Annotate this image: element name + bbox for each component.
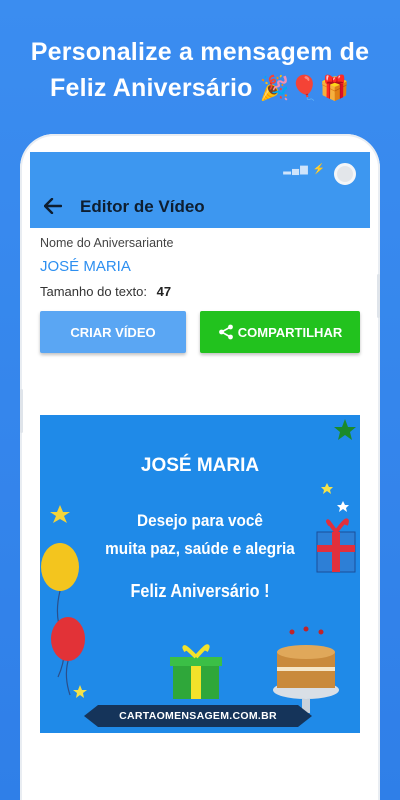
star-icon bbox=[334, 419, 356, 440]
name-field[interactable]: JOSÉ MARIA bbox=[40, 258, 370, 275]
text-size-label: Tamanho do texto: bbox=[40, 284, 147, 299]
share-label: COMPARTILHAR bbox=[237, 324, 343, 340]
status-bar: ▂▄▆ ⚡ bbox=[30, 152, 370, 186]
app-screen: ▂▄▆ ⚡ Editor de Vídeo Nome do Aniversari… bbox=[30, 152, 370, 800]
signal-icon: ▂▄▆ ⚡ bbox=[283, 164, 326, 175]
text-size-value[interactable]: 47 bbox=[157, 284, 171, 299]
arrow-left-icon[interactable] bbox=[43, 194, 80, 220]
phone-side-button bbox=[377, 274, 380, 318]
camera-icon bbox=[334, 163, 356, 185]
party-emoji-icons: 🎉🎈🎁 bbox=[259, 75, 350, 102]
card-wish-text: Desejo para você muita paz, saúde e aleg… bbox=[56, 507, 344, 563]
headline-line-2: Feliz Aniversário 🎉🎈🎁 bbox=[0, 70, 400, 107]
app-bar: Editor de Vídeo bbox=[30, 186, 370, 228]
page-title: Editor de Vídeo bbox=[80, 197, 205, 216]
card-site-banner: CARTAOMENSAGEM.COM.BR bbox=[98, 705, 298, 727]
text-size-row: Tamanho do texto: 47 bbox=[40, 284, 370, 299]
card-recipient-name: JOSÉ MARIA bbox=[140, 455, 260, 476]
create-video-label: CRIAR VÍDEO bbox=[70, 324, 156, 340]
balloon-icon bbox=[51, 617, 85, 661]
headline-line-1: Personalize a mensagem de bbox=[30, 38, 370, 66]
editor-form: Nome do Aniversariante JOSÉ MARIA Tamanh… bbox=[30, 228, 370, 353]
share-button[interactable]: COMPARTILHAR bbox=[200, 311, 360, 353]
phone-side-button bbox=[20, 389, 23, 433]
phone-frame: ▂▄▆ ⚡ Editor de Vídeo Nome do Aniversari… bbox=[20, 134, 380, 800]
promo-headline: Personalize a mensagem de Feliz Aniversá… bbox=[0, 34, 400, 107]
star-icon bbox=[73, 685, 87, 698]
card-greeting: Feliz Aniversário ! bbox=[130, 581, 270, 601]
create-video-button[interactable]: CRIAR VÍDEO bbox=[40, 311, 186, 353]
action-buttons: CRIAR VÍDEO COMPARTILHAR bbox=[40, 311, 360, 353]
name-field-label: Nome do Aniversariante bbox=[40, 236, 174, 250]
card-wish-line-1: Desejo para você bbox=[137, 511, 263, 530]
star-icon bbox=[321, 483, 333, 494]
share-icon bbox=[218, 324, 233, 340]
headline-title: Feliz Aniversário bbox=[50, 74, 253, 102]
card-wish-line-2: muita paz, saúde e alegria bbox=[105, 539, 295, 558]
birthday-card-preview: JOSÉ MARIA Desejo para você muita paz, s… bbox=[40, 415, 360, 733]
